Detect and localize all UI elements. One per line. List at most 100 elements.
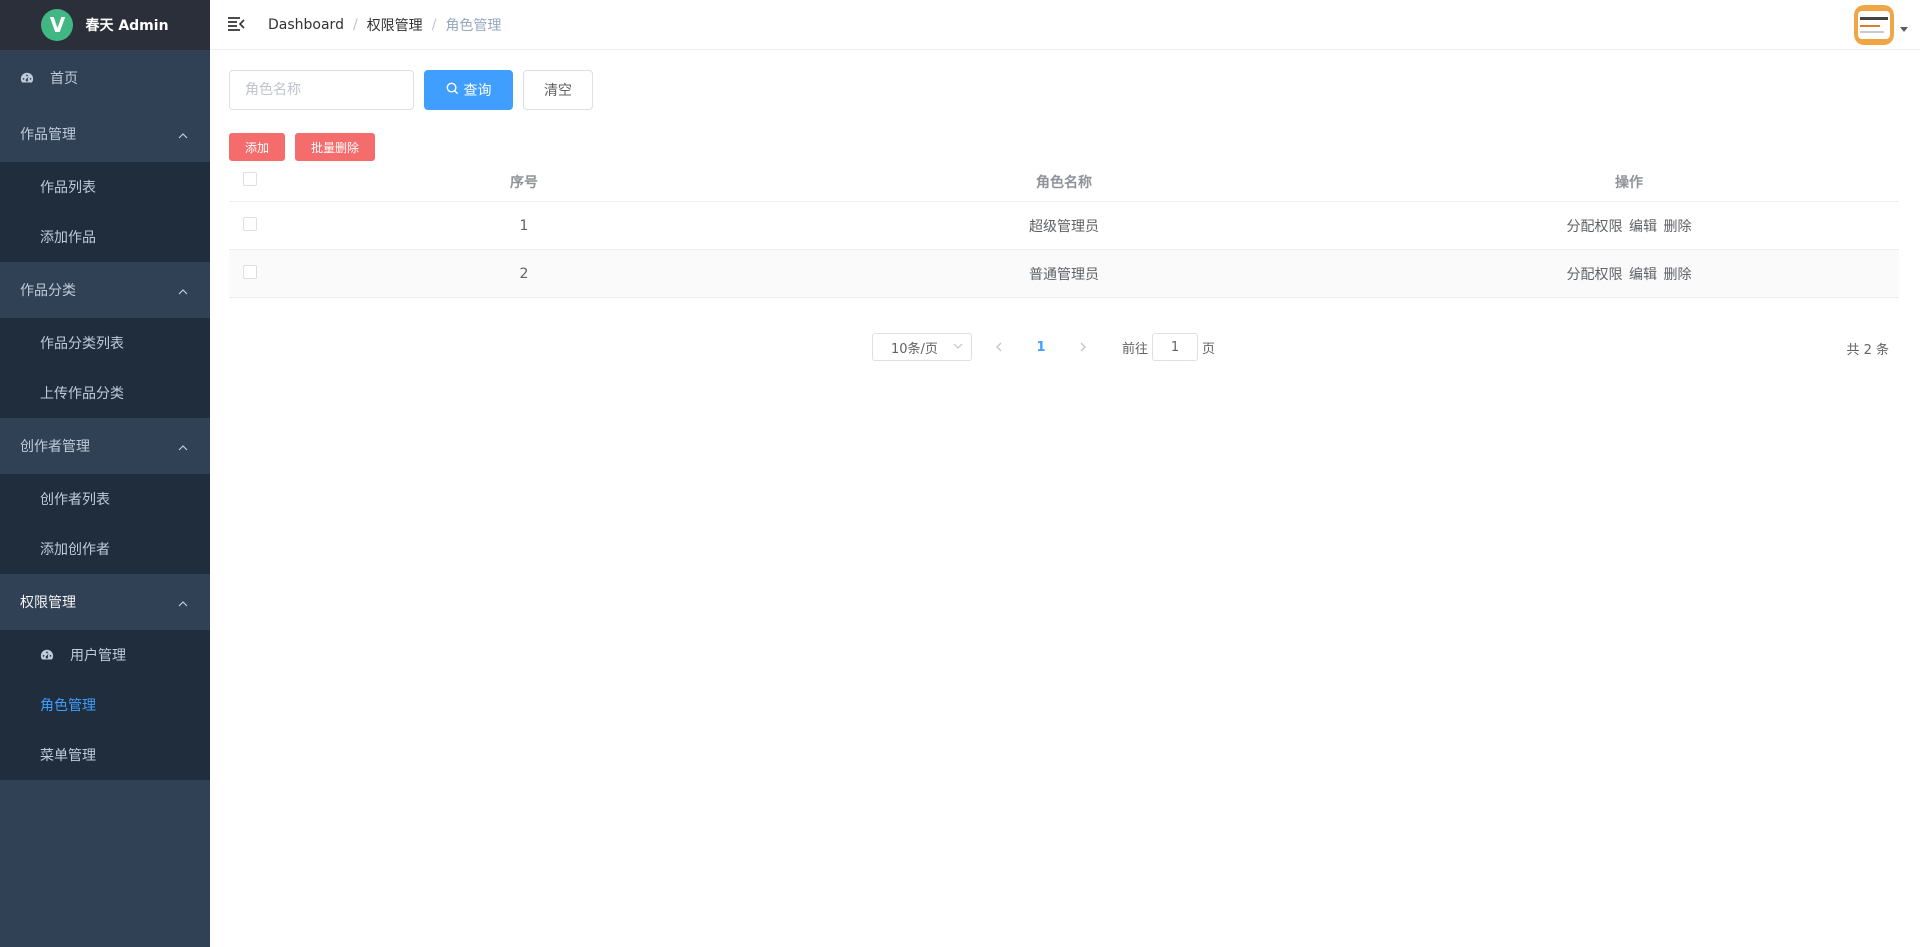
table-row: 2 普通管理员 分配权限 编辑 删除: [229, 250, 1899, 298]
chevron-up-icon: [178, 285, 188, 295]
sidebar-item-label: 添加作品: [40, 230, 96, 246]
sidebar-item-label: 作品分类列表: [40, 336, 124, 352]
breadcrumb-separator: /: [431, 16, 437, 33]
logo-icon: V: [41, 9, 74, 41]
breadcrumb: Dashboard / 权限管理 / 角色管理: [268, 15, 501, 35]
delete-link[interactable]: 删除: [1663, 219, 1691, 235]
sidebar-item-label: 创作者列表: [40, 492, 110, 508]
submenu-categories[interactable]: 作品分类: [0, 262, 210, 318]
sidebar-item-label: 用户管理: [70, 648, 126, 664]
row-role-name: 普通管理员: [1029, 266, 1099, 283]
chevron-up-icon: [178, 597, 188, 607]
chevron-up-icon: [178, 129, 188, 139]
top-navbar: Dashboard / 权限管理 / 角色管理: [210, 0, 1920, 50]
sidebar-item-label: 角色管理: [40, 698, 96, 714]
column-header-index: 序号: [510, 175, 538, 191]
submenu-creators-list: 创作者列表 添加创作者: [0, 474, 210, 574]
sidebar-item-label: 添加创作者: [40, 542, 110, 558]
search-bar: 查询 清空: [229, 70, 593, 110]
breadcrumb-item-current: 角色管理: [445, 17, 502, 34]
sidebar-item-label: 上传作品分类: [40, 386, 124, 402]
roles-table: 序号 角色名称 操作 1 超级管理员 分配权限 编辑 删除 2 普通管理员 分配…: [229, 166, 1899, 298]
page-size-value: 10条/页: [891, 341, 938, 357]
pagination-controls: 10条/页 1 前往 页: [872, 333, 1215, 361]
prev-page-button[interactable]: [984, 333, 1014, 361]
query-button-label: 查询: [463, 83, 492, 99]
sidebar-item-role-management[interactable]: 角色管理: [0, 680, 210, 730]
clear-button[interactable]: 清空: [523, 70, 593, 110]
app-root: V 春天 Admin 首页 作品管理 作品列表 添加作品 作品分类 作品分类列表…: [0, 0, 1920, 947]
batch-delete-button[interactable]: 批量删除: [295, 133, 376, 161]
column-header-role-name: 角色名称: [1036, 175, 1092, 191]
delete-link[interactable]: 删除: [1663, 267, 1691, 283]
chevron-left-icon: [996, 342, 1002, 352]
sidebar-item-upload-category[interactable]: 上传作品分类: [0, 368, 210, 418]
edit-link[interactable]: 编辑: [1629, 219, 1657, 235]
sidebar-item-add-creator[interactable]: 添加创作者: [0, 524, 210, 574]
action-bar: 添加 批量删除: [229, 133, 376, 161]
table-header-row: 序号 角色名称 操作: [229, 166, 1899, 202]
page-number-current[interactable]: 1: [1026, 333, 1056, 361]
select-all-checkbox[interactable]: [243, 172, 257, 186]
logo[interactable]: V 春天 Admin: [0, 0, 210, 50]
next-page-button[interactable]: [1068, 333, 1098, 361]
row-checkbox[interactable]: [243, 216, 257, 231]
search-icon: [446, 82, 459, 99]
sidebar-item-label: 首页: [50, 71, 78, 87]
sidebar-item-label: 作品列表: [40, 180, 96, 196]
sidebar-item-works-list[interactable]: 作品列表: [0, 162, 210, 212]
column-header-actions: 操作: [1615, 175, 1643, 191]
row-checkbox[interactable]: [243, 264, 257, 279]
edit-link[interactable]: 编辑: [1629, 267, 1657, 283]
page-jumper: 前往 页: [1122, 333, 1215, 361]
sidebar: V 春天 Admin 首页 作品管理 作品列表 添加作品 作品分类 作品分类列表…: [0, 0, 210, 947]
table-row: 1 超级管理员 分配权限 编辑 删除: [229, 202, 1899, 250]
goto-suffix-label: 页: [1202, 341, 1216, 357]
assign-permissions-link[interactable]: 分配权限: [1567, 267, 1623, 283]
row-role-name: 超级管理员: [1029, 218, 1099, 235]
submenu-permissions-list: 用户管理 角色管理 菜单管理: [0, 630, 210, 780]
role-name-search-input[interactable]: [229, 70, 414, 110]
sidebar-item-home[interactable]: 首页: [0, 50, 210, 106]
sidebar-item-menu-management[interactable]: 菜单管理: [0, 730, 210, 780]
total-count: 共 2 条: [1846, 343, 1889, 358]
row-index: 1: [519, 217, 529, 234]
goto-prefix-label: 前往: [1122, 341, 1149, 357]
hamburger-icon[interactable]: [227, 15, 247, 35]
sidebar-item-creator-list[interactable]: 创作者列表: [0, 474, 210, 524]
page-size-select[interactable]: 10条/页: [872, 333, 972, 361]
submenu-categories-list: 作品分类列表 上传作品分类: [0, 318, 210, 418]
sidebar-item-user-management[interactable]: 用户管理: [0, 630, 210, 680]
sidebar-item-category-list[interactable]: 作品分类列表: [0, 318, 210, 368]
assign-permissions-link[interactable]: 分配权限: [1567, 219, 1623, 235]
user-menu[interactable]: [1854, 5, 1908, 45]
row-actions: 分配权限 编辑 删除: [1359, 216, 1899, 236]
submenu-works[interactable]: 作品管理: [0, 106, 210, 162]
avatar[interactable]: [1854, 5, 1894, 45]
dashboard-icon: [40, 648, 56, 662]
pagination: 10条/页 1 前往 页 共 2 条: [229, 333, 1899, 365]
add-button[interactable]: 添加: [229, 133, 286, 161]
row-actions: 分配权限 编辑 删除: [1359, 264, 1899, 284]
sidebar-item-add-work[interactable]: 添加作品: [0, 212, 210, 262]
submenu-title-label: 创作者管理: [20, 439, 90, 455]
submenu-title-label: 作品管理: [20, 127, 76, 143]
submenu-title-label: 作品分类: [20, 283, 76, 299]
submenu-title-label: 权限管理: [20, 595, 76, 611]
breadcrumb-separator: /: [352, 16, 358, 33]
breadcrumb-item-permissions: 权限管理: [366, 17, 423, 34]
chevron-right-icon: [1080, 342, 1086, 352]
caret-down-icon[interactable]: [1900, 26, 1908, 32]
submenu-permissions[interactable]: 权限管理: [0, 574, 210, 630]
query-button[interactable]: 查询: [424, 70, 513, 110]
chevron-down-icon: [953, 340, 963, 355]
sidebar-item-label: 菜单管理: [40, 748, 96, 764]
submenu-works-list: 作品列表 添加作品: [0, 162, 210, 262]
submenu-creators[interactable]: 创作者管理: [0, 418, 210, 474]
row-index: 2: [519, 265, 529, 282]
goto-page-input[interactable]: [1152, 333, 1199, 361]
chevron-up-icon: [178, 441, 188, 451]
app-title: 春天 Admin: [85, 18, 169, 34]
breadcrumb-item-dashboard[interactable]: Dashboard: [268, 17, 344, 33]
dashboard-icon: [20, 71, 36, 85]
